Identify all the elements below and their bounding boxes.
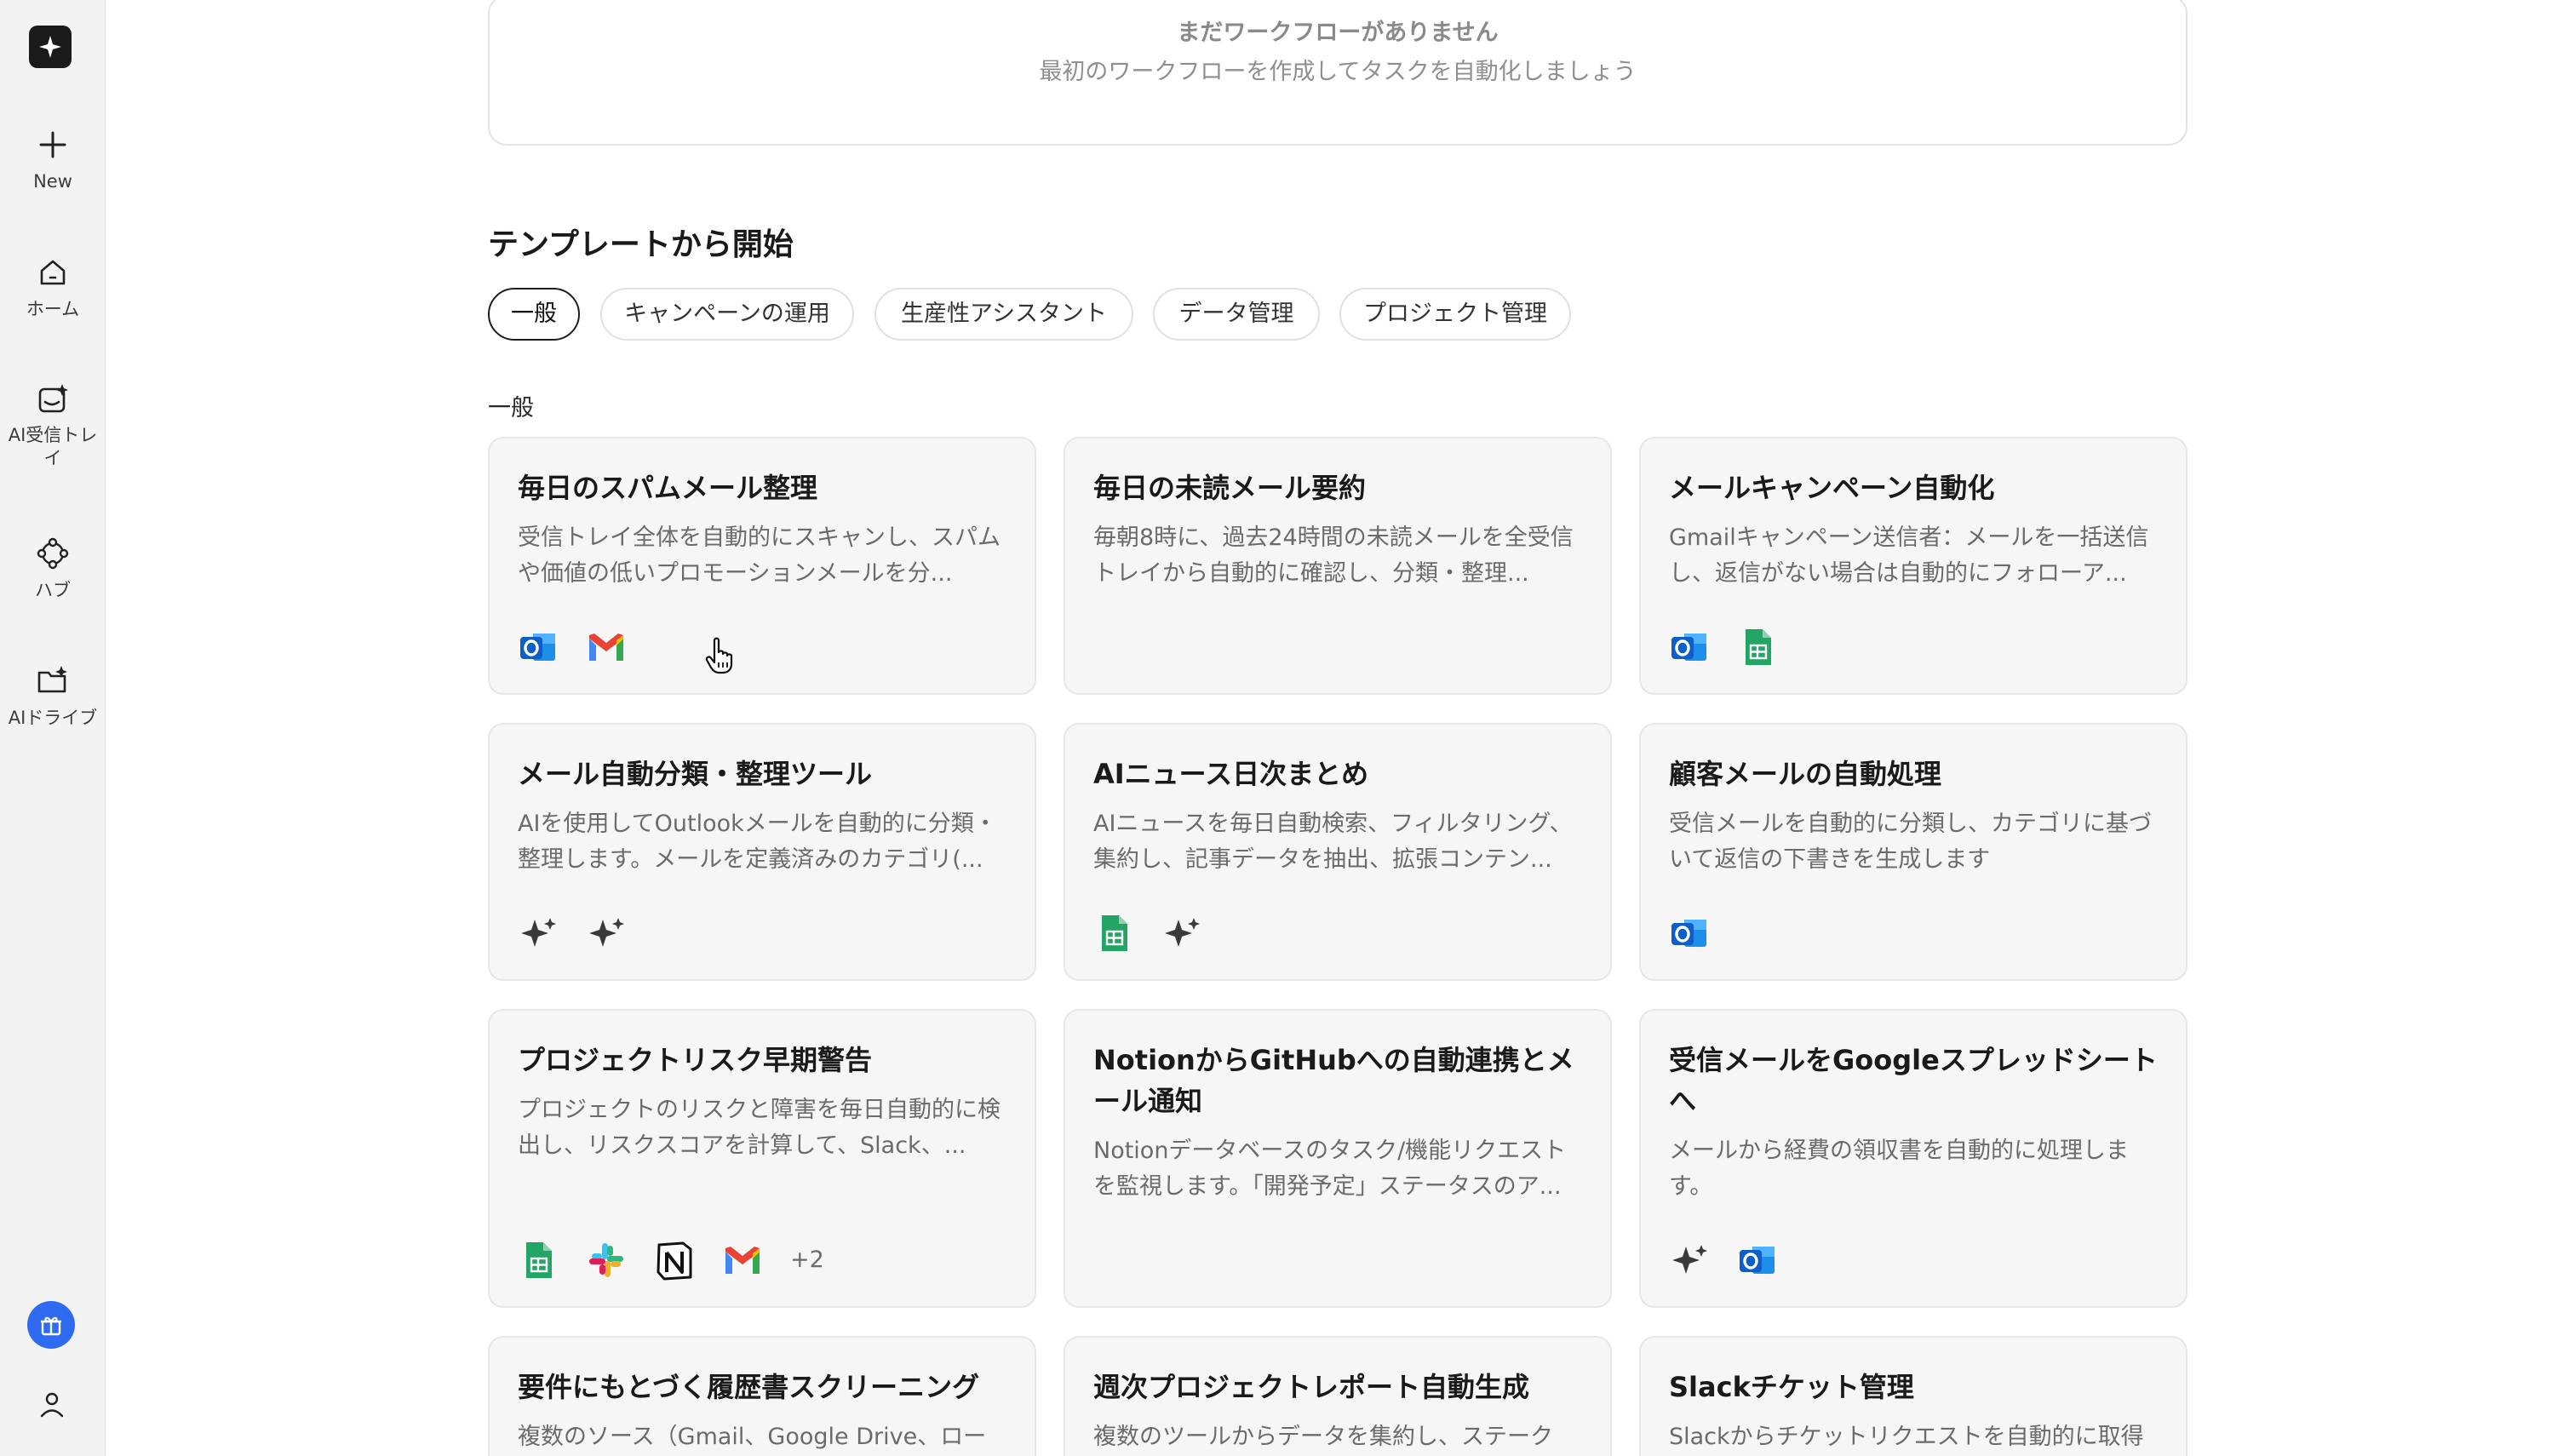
hub-icon <box>37 537 69 570</box>
ai-sparkle-icon <box>1672 1245 1707 1274</box>
templates-section-title: テンプレートから開始 <box>488 227 794 262</box>
ai-sparkle-icon <box>521 918 556 947</box>
template-card-description: メールから経費の領収書を自動的に処理します。 <box>1669 1138 2129 1200</box>
tab-data-management[interactable]: データ管理 <box>1153 288 1320 341</box>
template-card-description: AIニュースを毎日自動検索、フィルタリング、集約し、記事データを抽出、拡張コンテ… <box>1093 811 1573 873</box>
template-card[interactable]: Slackチケット管理 Slackからチケットリクエストを自動的に取得 <box>1639 1336 2187 1456</box>
ai-sparkle-icon <box>1165 918 1200 947</box>
template-card[interactable]: プロジェクトリスク早期警告 プロジェクトのリスクと障害を毎日自動的に検出し、リス… <box>488 1009 1036 1308</box>
template-card-title: 要件にもとづく履歴書スクリーニング <box>518 1371 980 1403</box>
tab-general[interactable]: 一般 <box>488 288 580 341</box>
hand-pointer-cursor-icon <box>705 637 733 674</box>
template-card-title: メール自動分類・整理ツール <box>518 758 873 790</box>
template-card[interactable]: 毎日の未読メール要約 毎朝8時に、過去24時間の未読メールを全受信トレイから自動… <box>1064 437 1612 695</box>
google-sheets-icon <box>526 1242 552 1278</box>
outlook-icon <box>1671 633 1706 661</box>
sidebar-item-label: AI受信トレイ <box>8 425 98 468</box>
app-logo[interactable] <box>29 26 72 68</box>
empty-workflows-subtitle: 最初のワークフローを作成してタスクを自動化しましょう <box>1039 59 1637 85</box>
user-icon <box>40 1392 64 1418</box>
template-card-title: プロジェクトリスク早期警告 <box>518 1044 873 1076</box>
integration-icons: +2 <box>518 1240 858 1281</box>
sidebar-item-label: ホーム <box>26 299 80 319</box>
sidebar-item-hub[interactable]: ハブ <box>0 536 106 602</box>
ai-sparkle-icon <box>589 918 624 947</box>
notion-icon <box>657 1241 692 1281</box>
template-card[interactable]: メールキャンペーン自動化 Gmailキャンペーン送信者：メールを一括送信し、返信… <box>1639 437 2187 695</box>
template-card-description: 複数のソース（Gmail、Google Drive、ローカ <box>518 1424 987 1450</box>
template-card[interactable]: 要件にもとづく履歴書スクリーニング 複数のソース（Gmail、Google Dr… <box>488 1336 1036 1456</box>
template-card-title: 顧客メールの自動処理 <box>1669 758 1942 790</box>
template-card-title: Slackチケット管理 <box>1669 1371 1914 1403</box>
sidebar-item-ai-drive[interactable]: AIドライブ <box>0 664 106 730</box>
plus-icon <box>39 131 66 158</box>
gmail-icon <box>589 633 623 661</box>
outlook-icon <box>1740 1247 1775 1274</box>
template-card-description: AIを使用してOutlookメールを自動的に分類・整理します。メールを定義済みの… <box>518 811 997 873</box>
template-card[interactable]: 受信メールをGoogleスプレッドシートへ メールから経費の領収書を自動的に処理… <box>1639 1009 2187 1308</box>
template-card-title: 週次プロジェクトレポート自動生成 <box>1093 1371 1530 1403</box>
sidebar-item-ai-inbox[interactable]: AI受信トレイ <box>0 381 106 470</box>
template-card-title: AIニュース日次まとめ <box>1093 758 1369 790</box>
outlook-icon <box>1671 920 1706 947</box>
template-card[interactable]: NotionからGitHubへの自動連携とメール通知 Notionデータベースの… <box>1064 1009 1612 1308</box>
template-card-description: Gmailキャンペーン送信者：メールを一括送信し、返信がない場合は自動的にフォロ… <box>1669 525 2149 587</box>
template-card-description: Slackからチケットリクエストを自動的に取得 <box>1669 1424 2144 1450</box>
sidebar-item-label: ハブ <box>35 580 71 600</box>
template-card-title: NotionからGitHubへの自動連携とメール通知 <box>1093 1044 1574 1117</box>
ai-drive-icon <box>37 666 67 693</box>
home-icon <box>40 260 66 285</box>
empty-workflows-card: まだワークフローがありません 最初のワークフローを作成してタスクを自動化しましょ… <box>488 0 2187 146</box>
sidebar: New ホーム AI受信トレイ ハブ AIドライブ <box>0 0 106 1456</box>
google-sheets-icon <box>1102 915 1127 951</box>
template-card-title: 毎日のスパムメール整理 <box>518 472 818 504</box>
template-card-title: 毎日の未読メール要約 <box>1093 472 1367 504</box>
google-sheets-icon <box>1746 629 1771 665</box>
template-card-description: 受信トレイ全体を自動的にスキャンし、スパムや価値の低いプロモーションメールを分.… <box>518 525 1001 587</box>
account-button[interactable] <box>37 1390 66 1422</box>
template-card-title: 受信メールをGoogleスプレッドシートへ <box>1669 1044 2158 1117</box>
sidebar-item-label: New <box>33 171 72 192</box>
sidebar-item-label: AIドライブ <box>8 708 98 728</box>
template-card[interactable]: メール自動分類・整理ツール AIを使用してOutlookメールを自動的に分類・整… <box>488 723 1036 981</box>
tab-project-management[interactable]: プロジェクト管理 <box>1339 288 1571 341</box>
sidebar-item-home[interactable]: ホーム <box>0 255 106 321</box>
template-card-description: 受信メールを自動的に分類し、カテゴリに基づいて返信の下書きを生成します <box>1669 811 2152 873</box>
gift-icon <box>41 1316 61 1336</box>
slack-icon <box>589 1243 623 1277</box>
template-card[interactable]: 顧客メールの自動処理 受信メールを自動的に分類し、カテゴリに基づいて返信の下書き… <box>1639 723 2187 981</box>
template-card-description: 複数のツールからデータを集約し、ステーク <box>1093 1424 1553 1450</box>
template-card-description: 毎朝8時に、過去24時間の未読メールを全受信トレイから自動的に確認し、分類・整理… <box>1093 525 1574 587</box>
tab-campaign-operations[interactable]: キャンペーンの運用 <box>600 288 854 341</box>
template-card-title: メールキャンペーン自動化 <box>1669 472 1995 504</box>
gmail-icon <box>725 1247 760 1274</box>
more-integrations-count: +2 <box>790 1247 824 1273</box>
logo-sparkle-icon <box>39 36 61 58</box>
template-group-label: 一般 <box>488 395 534 421</box>
tab-productivity-assistant[interactable]: 生産性アシスタント <box>874 288 1133 341</box>
sidebar-item-new[interactable]: New <box>0 128 106 193</box>
template-card-description: プロジェクトのリスクと障害を毎日自動的に検出し、リスクスコアを計算して、Slac… <box>518 1097 1001 1159</box>
template-card[interactable]: AIニュース日次まとめ AIニュースを毎日自動検索、フィルタリング、集約し、記事… <box>1064 723 1612 981</box>
gift-button[interactable] <box>27 1301 75 1349</box>
outlook-icon <box>520 633 555 661</box>
ai-inbox-icon <box>38 384 68 413</box>
empty-workflows-title: まだワークフローがありません <box>1177 20 1499 46</box>
template-card-description: Notionデータベースのタスク/機能リクエストを監視します。「開発予定」ステー… <box>1093 1138 1567 1200</box>
template-card[interactable]: 週次プロジェクトレポート自動生成 複数のツールからデータを集約し、ステーク <box>1064 1336 1612 1456</box>
template-card[interactable]: 毎日のスパムメール整理 受信トレイ全体を自動的にスキャンし、スパムや価値の低いプ… <box>488 437 1036 695</box>
